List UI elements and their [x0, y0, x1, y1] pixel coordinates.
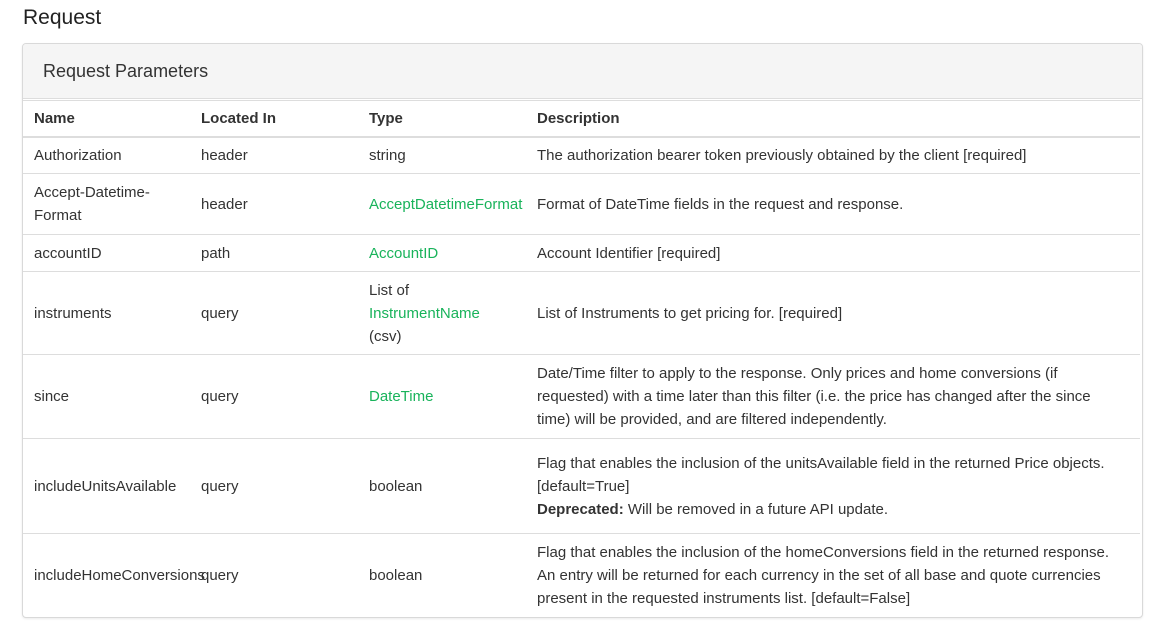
param-description: List of Instruments to get pricing for. … — [526, 271, 1140, 355]
column-header-located-in: Located In — [190, 100, 358, 138]
type-suffix: (csv) — [369, 327, 402, 345]
table-row: instruments query List of InstrumentName… — [23, 271, 1140, 355]
param-location: query — [190, 438, 358, 534]
param-description: Account Identifier [required] — [526, 234, 1140, 272]
table-row: Accept-Datetime-Format header AcceptDate… — [23, 173, 1140, 235]
param-type: boolean — [358, 533, 526, 617]
table-row: includeUnitsAvailable query boolean Flag… — [23, 438, 1140, 534]
param-type: AcceptDatetimeFormat — [358, 173, 526, 235]
type-link[interactable]: AcceptDatetimeFormat — [369, 196, 522, 213]
panel-header: Request Parameters — [23, 44, 1142, 99]
param-description: Flag that enables the inclusion of the h… — [526, 533, 1140, 617]
type-link[interactable]: AccountID — [369, 245, 438, 262]
param-name: includeHomeConversions — [23, 533, 205, 617]
description-text: Flag that enables the inclusion of the u… — [537, 454, 1105, 495]
deprecated-label: Deprecated: — [537, 500, 624, 518]
param-location: query — [190, 354, 358, 439]
parameters-table: Name Located In Type Description Authori… — [23, 100, 1140, 617]
request-parameters-panel: Request Parameters Name Located In Type … — [22, 43, 1143, 618]
param-type: DateTime — [358, 354, 526, 439]
param-location: query — [190, 271, 358, 355]
table-row: includeHomeConversions query boolean Fla… — [23, 533, 1140, 617]
table-row: since query DateTime Date/Time filter to… — [23, 354, 1140, 439]
param-description: Format of DateTime fields in the request… — [526, 173, 1140, 235]
param-type: List of InstrumentName (csv) — [358, 271, 526, 355]
column-header-description: Description — [526, 100, 1140, 138]
param-location: header — [190, 173, 358, 235]
param-name: since — [23, 354, 190, 439]
param-location: header — [190, 136, 358, 174]
param-description: Flag that enables the inclusion of the u… — [526, 438, 1140, 534]
param-description: The authorization bearer token previousl… — [526, 136, 1140, 174]
param-location: path — [190, 234, 358, 272]
panel-title: Request Parameters — [43, 61, 209, 81]
param-description: Date/Time filter to apply to the respons… — [526, 354, 1140, 439]
param-name: Accept-Datetime-Format — [23, 173, 190, 235]
param-type: string — [358, 136, 526, 174]
column-header-name: Name — [23, 100, 190, 138]
type-prefix: List of — [369, 281, 410, 299]
table-row: Authorization header string The authoriz… — [23, 136, 1140, 174]
type-link[interactable]: InstrumentName — [369, 305, 480, 322]
param-name: accountID — [23, 234, 190, 272]
section-title: Request — [23, 6, 102, 29]
table-row: accountID path AccountID Account Identif… — [23, 234, 1140, 272]
param-location: query — [190, 533, 358, 617]
type-link[interactable]: DateTime — [369, 388, 433, 405]
deprecated-note: Will be removed in a future API update. — [623, 500, 889, 518]
param-name: instruments — [23, 271, 190, 355]
param-name: includeUnitsAvailable — [23, 438, 190, 534]
param-name: Authorization — [23, 136, 190, 174]
table-header-row: Name Located In Type Description — [23, 100, 1140, 138]
param-type: boolean — [358, 438, 526, 534]
param-type: AccountID — [358, 234, 526, 272]
column-header-type: Type — [358, 100, 526, 138]
